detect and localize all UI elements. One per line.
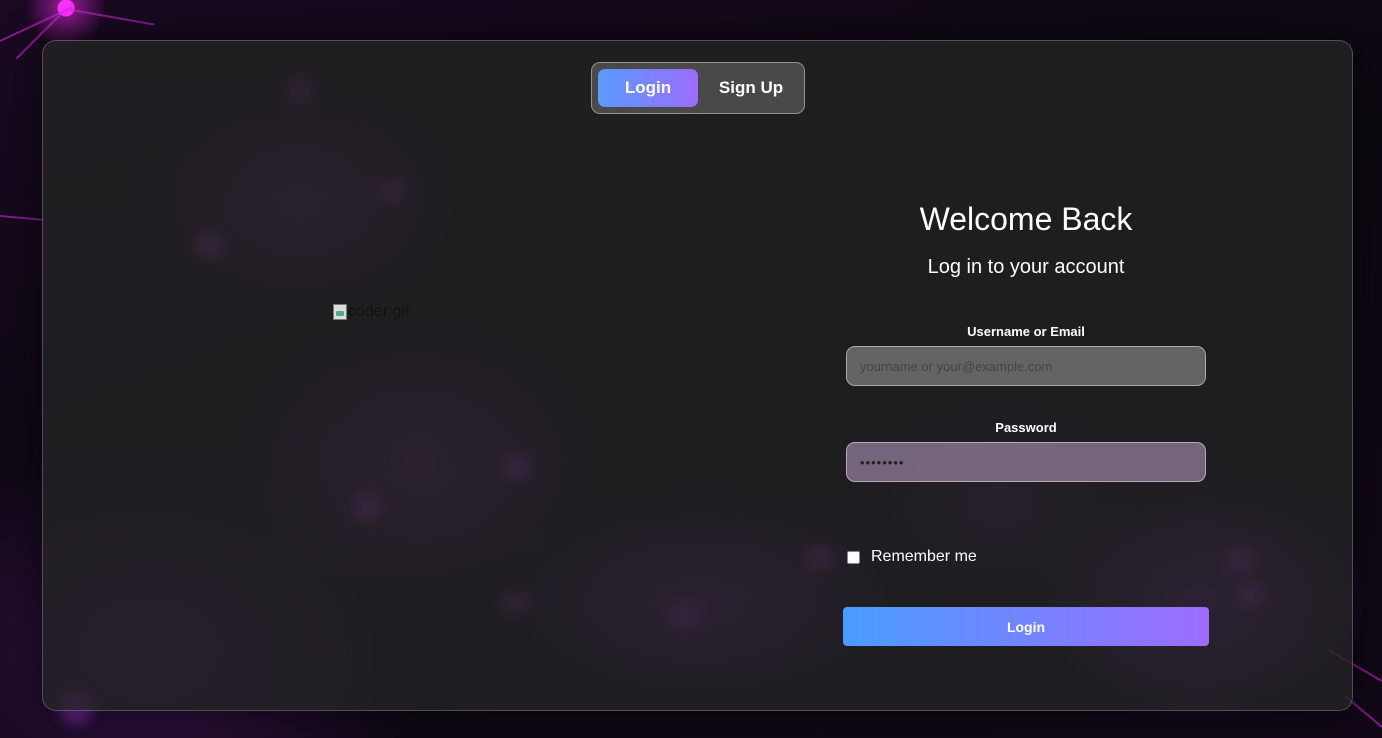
username-label: Username or Email	[967, 324, 1085, 339]
tab-signup[interactable]: Sign Up	[702, 69, 800, 107]
tab-login[interactable]: Login	[598, 69, 698, 107]
password-label: Password	[995, 420, 1057, 435]
remember-me-label: Remember me	[871, 548, 977, 565]
remember-me-row[interactable]: Remember me	[847, 548, 977, 566]
coder-gif-image: coder gif	[333, 303, 409, 321]
auth-tab-switcher: Login Sign Up	[591, 62, 805, 114]
page-subtitle: Log in to your account	[927, 256, 1125, 278]
image-alt-text: coder gif	[348, 303, 410, 320]
password-input[interactable]	[846, 442, 1206, 482]
username-input[interactable]	[846, 346, 1206, 386]
auth-card: Login Sign Up coder gif Welcome Back Log…	[42, 40, 1353, 711]
page-title: Welcome Back	[919, 201, 1133, 237]
login-form: Welcome Back Log in to your account User…	[843, 201, 1209, 646]
broken-image-icon	[333, 304, 347, 320]
login-button[interactable]: Login	[843, 607, 1209, 646]
remember-me-checkbox[interactable]	[847, 550, 860, 564]
